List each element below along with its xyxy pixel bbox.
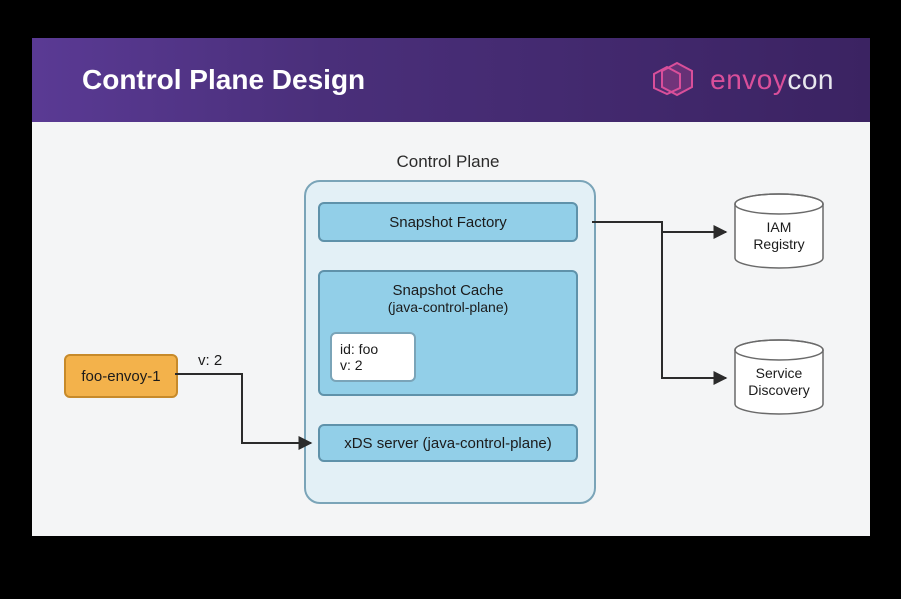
envoy-box: foo-envoy-1	[64, 354, 178, 398]
brand-name: envoycon	[710, 64, 834, 96]
xds-server-box: xDS server (java-control-plane)	[318, 424, 578, 462]
snapshot-factory-box: Snapshot Factory	[318, 202, 578, 242]
brand-envoy-text: envoy	[710, 64, 787, 95]
snapshot-id-line2: v: 2	[340, 357, 363, 373]
snapshot-factory-text: Snapshot Factory	[389, 214, 507, 231]
svc-line1: Service	[748, 365, 809, 382]
iam-registry-cylinder: IAM Registry	[732, 192, 826, 270]
brand: envoycon	[652, 60, 834, 100]
envoy-text: foo-envoy-1	[81, 368, 160, 385]
service-discovery-cylinder: Service Discovery	[732, 338, 826, 416]
xds-server-text: xDS server (java-control-plane)	[344, 435, 552, 452]
diagram-canvas: Control Plane Snapshot Factory Snapshot …	[32, 122, 870, 536]
brand-con-text: con	[787, 64, 834, 95]
slide-header: Control Plane Design envoycon	[32, 38, 870, 122]
iam-line2: Registry	[753, 236, 804, 253]
svc-line2: Discovery	[748, 382, 809, 399]
slide: Control Plane Design envoycon Control Pl…	[32, 38, 870, 536]
iam-line1: IAM	[753, 219, 804, 236]
snapshot-id-line1: id: foo	[340, 341, 378, 357]
snapshot-id-box: id: foo v: 2	[330, 332, 416, 382]
envoycon-logo-icon	[652, 60, 702, 100]
version-label: v: 2	[198, 352, 222, 369]
control-plane-label: Control Plane	[304, 152, 592, 172]
slide-title: Control Plane Design	[82, 64, 365, 96]
snapshot-cache-sub: (java-control-plane)	[388, 299, 509, 315]
snapshot-cache-title: Snapshot Cache	[393, 282, 504, 299]
